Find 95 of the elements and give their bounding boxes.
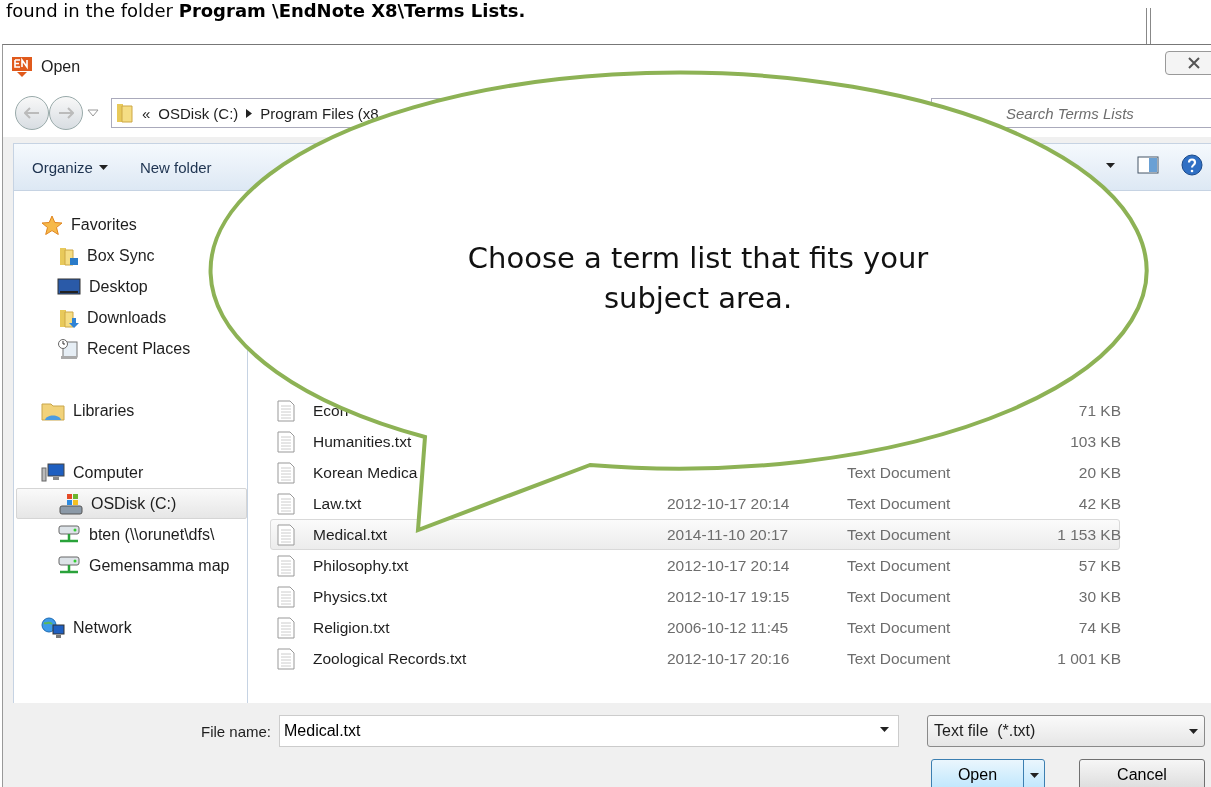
file-size: 1 153 KB [1056, 525, 1121, 544]
nav-item[interactable]: Downloads [14, 302, 247, 333]
date-modified: 2012-10-17 20:16 [667, 649, 791, 668]
nav-item[interactable]: bten (\\orunet\dfs\ [14, 519, 247, 550]
close-button[interactable] [1165, 51, 1211, 75]
file-name: Law.txt [313, 494, 363, 513]
cancel-button[interactable]: Cancel [1079, 759, 1205, 787]
file-size: 71 KB [1077, 401, 1121, 420]
nav-item[interactable]: Recent Places [14, 333, 247, 364]
file-row[interactable]: Philosophy.txt 2012-10-17 20:14 Text Document 57 KB [270, 550, 1120, 581]
path-segment[interactable]: OSDisk (C:) [158, 104, 239, 122]
nav-item[interactable]: Box Sync [14, 240, 247, 271]
window-title: Open [41, 58, 81, 76]
file-size: 30 KB [1077, 587, 1121, 606]
nav-item[interactable]: Desktop [14, 271, 247, 302]
file-size: 74 KB [1077, 618, 1121, 637]
file-type: Text Document [847, 556, 952, 575]
history-caret-icon[interactable] [87, 109, 99, 117]
text-file-icon [277, 647, 295, 670]
right-arrow-icon [58, 107, 74, 119]
text-file-icon [277, 554, 295, 577]
file-size: 57 KB [1077, 556, 1121, 575]
library-icon [41, 400, 65, 421]
date-modified: 2014-11-10 20:17 [667, 525, 790, 544]
star-icon [41, 214, 63, 235]
file-name: Humanities.txt [313, 432, 413, 451]
date-modified: 2012-10-17 20:14 [667, 556, 791, 575]
date-modified: 2006-10-12 11:45 [667, 618, 790, 637]
file-row[interactable]: Religion.txt 2006-10-12 11:45 Text Document 74 KB [270, 612, 1120, 643]
file-name-label: File name: [201, 722, 272, 740]
file-row[interactable]: Law.txt 2012-10-17 20:14 Text Document 42 KB [270, 488, 1120, 519]
text-file-icon [277, 616, 295, 639]
app-logo-icon [11, 56, 33, 78]
forward-button[interactable] [49, 96, 83, 130]
close-icon [1188, 57, 1200, 69]
file-name: Physics.txt [313, 587, 389, 606]
folder-icon [116, 102, 134, 124]
file-row[interactable]: Medical.txt 2014-11-10 20:17 Text Document 1 153 KB [270, 519, 1120, 550]
text-file-icon [277, 461, 295, 484]
date-modified: 2012-10-17 20:14 [667, 494, 791, 513]
file-name: Zoological Records.txt [313, 649, 468, 668]
caret-icon [1189, 728, 1199, 734]
drive-icon [59, 492, 83, 515]
file-size: 20 KB [1077, 463, 1121, 482]
file-row[interactable]: Zoological Records.txt 2012-10-17 20:16 Text Document 1 001 KB [270, 643, 1120, 674]
toolbar-button[interactable]: New folder [129, 152, 222, 182]
open-button[interactable]: Open [931, 759, 1045, 787]
document-text: found in the folder Program \EndNote X8\Terms Lists. [6, 0, 526, 21]
file-name: Korean Medica [313, 463, 419, 482]
nav-item[interactable]: OSDisk (C:) [16, 488, 247, 519]
computer-icon [41, 462, 65, 483]
file-size: 1 001 KB [1056, 649, 1121, 668]
network-icon [41, 616, 65, 639]
monitor-icon [57, 276, 81, 297]
file-row[interactable]: Korean Medica Text Document 20 KB [270, 457, 1120, 488]
nav-item[interactable]: Gemensamma map [14, 550, 247, 581]
caret-icon [1029, 772, 1039, 778]
file-name: Medical.txt [313, 525, 389, 544]
file-row[interactable]: Physics.txt 2012-10-17 19:15 Text Document 30 KB [270, 581, 1120, 612]
preview-pane-icon[interactable] [1137, 156, 1159, 174]
clock-window-icon [57, 337, 79, 360]
view-menu-caret-icon[interactable] [1106, 162, 1115, 168]
file-type-dropdown[interactable]: Text file (*.txt) [927, 715, 1206, 747]
callout-text: Choose a term list that fits your subject area. [466, 240, 930, 317]
file-name: Religion.txt [313, 618, 391, 637]
file-type: Text Document [847, 618, 952, 637]
file-size: 103 KB [1069, 432, 1121, 451]
nav-item[interactable]: Libraries [14, 395, 247, 426]
date-modified: 2012-10-17 19:15 [667, 587, 791, 606]
nav-item[interactable]: Network [14, 612, 247, 643]
chevron-icon [246, 108, 253, 118]
nav-item[interactable]: Computer [14, 457, 247, 488]
text-file-icon [277, 523, 295, 546]
nav-item[interactable]: Favorites [14, 209, 247, 240]
file-type: Text Document [847, 494, 952, 513]
file-name-field[interactable]: Medical.txt [279, 715, 900, 747]
file-name: Philosophy.txt [313, 556, 410, 575]
file-size: 42 KB [1077, 494, 1121, 513]
file-row[interactable]: Humanities.txt 103 KB [270, 426, 1120, 457]
text-file-icon [277, 492, 295, 515]
file-type: Text Document [847, 587, 952, 606]
file-type: Text Document [847, 525, 952, 544]
caret-icon [880, 727, 890, 732]
text-file-icon [277, 585, 295, 608]
text-file-icon [277, 399, 295, 422]
file-type: Text Document [847, 463, 952, 482]
path-segment[interactable]: Program Files (x8 [260, 104, 379, 122]
caret-icon [98, 164, 108, 170]
text-file-icon [277, 430, 295, 453]
left-arrow-icon [24, 107, 40, 119]
file-type: Text Document [847, 649, 952, 668]
help-icon[interactable] [1181, 154, 1203, 176]
path-overflow[interactable]: « [142, 104, 151, 122]
back-button[interactable] [15, 96, 49, 130]
toolbar-button[interactable]: Organize [22, 152, 118, 182]
